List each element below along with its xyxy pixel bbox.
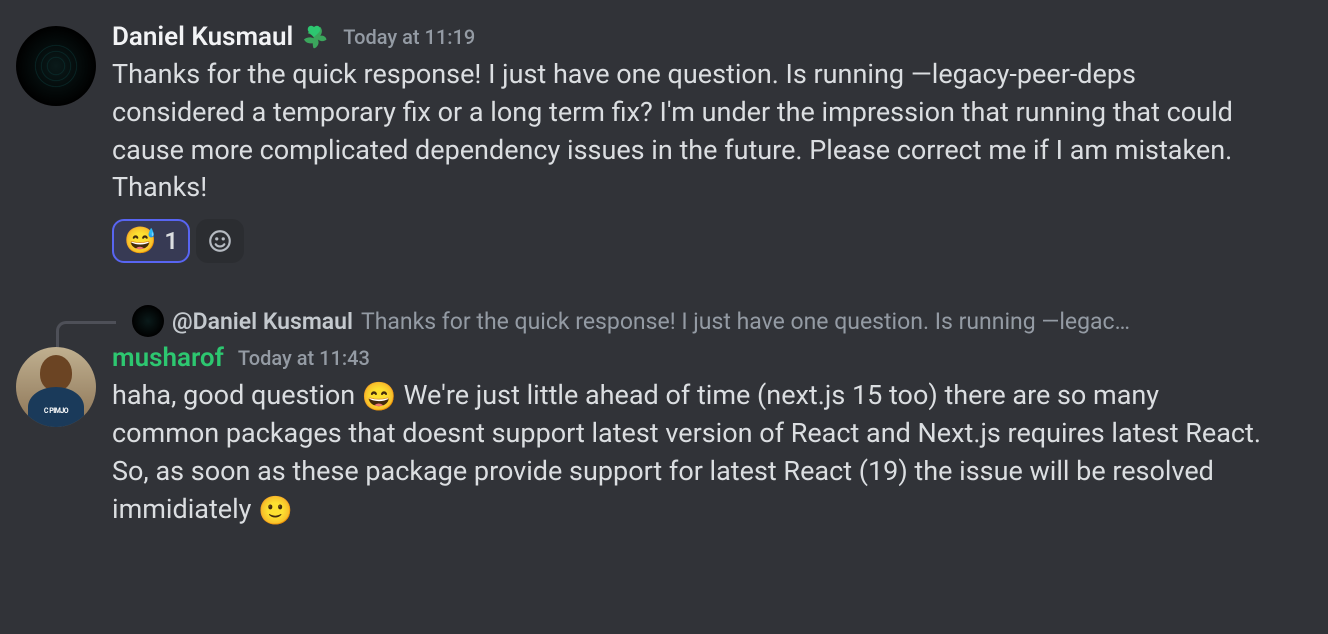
reply-reference[interactable]: @Daniel Kusmaul Thanks for the quick res… xyxy=(0,305,1328,337)
timestamp: Today at 11:19 xyxy=(343,25,475,49)
avatar-shirt-text: C PIMJO xyxy=(44,407,68,415)
reaction-count: 1 xyxy=(164,227,178,255)
timestamp: Today at 11:43 xyxy=(238,346,370,370)
username[interactable]: musharof xyxy=(112,343,224,373)
reply-username: @Daniel Kusmaul xyxy=(172,308,353,335)
avatar[interactable]: C PIMJO xyxy=(16,347,96,427)
message-header: Daniel Kusmaul Today at 11:19 xyxy=(112,22,1312,52)
message-with-reply: @Daniel Kusmaul Thanks for the quick res… xyxy=(0,305,1328,530)
message-content: musharof Today at 11:43 haha, good quest… xyxy=(112,343,1312,528)
reply-preview: Thanks for the quick response! I just ha… xyxy=(361,308,1231,335)
username[interactable]: Daniel Kusmaul xyxy=(112,22,293,52)
message-header: musharof Today at 11:43 xyxy=(112,343,1312,373)
reply-avatar xyxy=(132,305,164,337)
reaction[interactable]: 😅 1 xyxy=(112,219,190,263)
reactions: 😅 1 xyxy=(112,219,1312,263)
avatar[interactable] xyxy=(16,26,96,106)
message-body: Thanks for the quick response! I just ha… xyxy=(112,56,1262,207)
add-reaction-button[interactable] xyxy=(196,219,244,263)
message-body: haha, good question 😄 We're just little … xyxy=(112,377,1262,528)
heart-plant-icon xyxy=(299,22,329,52)
message-content: Daniel Kusmaul Today at 11:19 Thanks for… xyxy=(112,22,1312,263)
laugh-emoji-icon: 😄 xyxy=(362,380,397,413)
message-text-part: haha, good question xyxy=(112,379,362,411)
smiley-add-icon xyxy=(207,228,233,254)
reaction-emoji-icon: 😅 xyxy=(124,228,156,254)
message: Daniel Kusmaul Today at 11:19 Thanks for… xyxy=(0,20,1328,265)
smile-emoji-icon: 🙂 xyxy=(258,493,293,526)
